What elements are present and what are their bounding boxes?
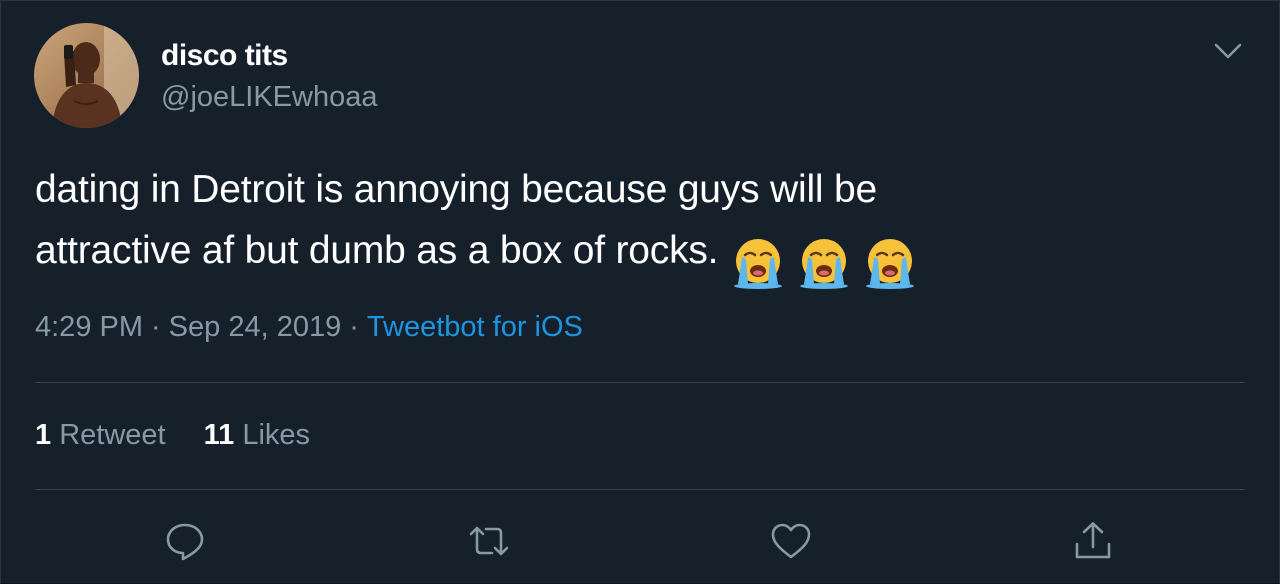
likes-stat[interactable]: 11 Likes	[204, 419, 310, 452]
tweet-text-line: attractive af but dumb as a box of rocks…	[35, 220, 1215, 292]
tweet-text-line: dating in Detroit is annoying because gu…	[35, 168, 878, 211]
tweet-metadata: 4:29 PM · Sep 24, 2019 · Tweetbot for iOS	[35, 311, 583, 344]
divider	[35, 382, 1245, 383]
loudly-crying-face-icon	[728, 232, 788, 292]
retweets-label: Retweet	[59, 419, 166, 451]
chevron-down-icon[interactable]	[1208, 37, 1248, 67]
avatar-image	[34, 23, 139, 128]
loudly-crying-face-icon	[794, 232, 854, 292]
tweet-text-fragment: attractive af but dumb as a box of rocks…	[35, 229, 719, 272]
tweet-card: disco tits @joeLIKEwhoaa dating in Detro…	[0, 0, 1280, 584]
user-handle[interactable]: @joeLIKEwhoaa	[161, 81, 377, 114]
emoji-row	[728, 229, 926, 292]
tweet-date[interactable]: Sep 24, 2019	[169, 311, 342, 343]
tweet-text: dating in Detroit is annoying because gu…	[35, 159, 1215, 292]
retweets-stat[interactable]: 1 Retweet	[35, 419, 166, 452]
tweet-source-link[interactable]: Tweetbot for iOS	[367, 311, 583, 343]
reply-icon[interactable]	[163, 519, 207, 563]
tweet-stats: 1 Retweet 11 Likes	[35, 419, 310, 452]
meta-separator: ·	[349, 311, 359, 343]
tweet-time[interactable]: 4:29 PM	[35, 311, 143, 343]
likes-count: 11	[203, 419, 235, 451]
meta-separator: ·	[151, 311, 161, 343]
retweets-count: 1	[35, 419, 52, 451]
retweet-icon[interactable]	[467, 519, 511, 563]
share-icon[interactable]	[1071, 519, 1115, 563]
like-icon[interactable]	[769, 519, 813, 563]
loudly-crying-face-icon	[860, 232, 920, 292]
avatar[interactable]	[34, 23, 139, 128]
divider	[35, 489, 1245, 490]
display-name[interactable]: disco tits	[161, 39, 288, 73]
likes-label: Likes	[242, 419, 311, 451]
